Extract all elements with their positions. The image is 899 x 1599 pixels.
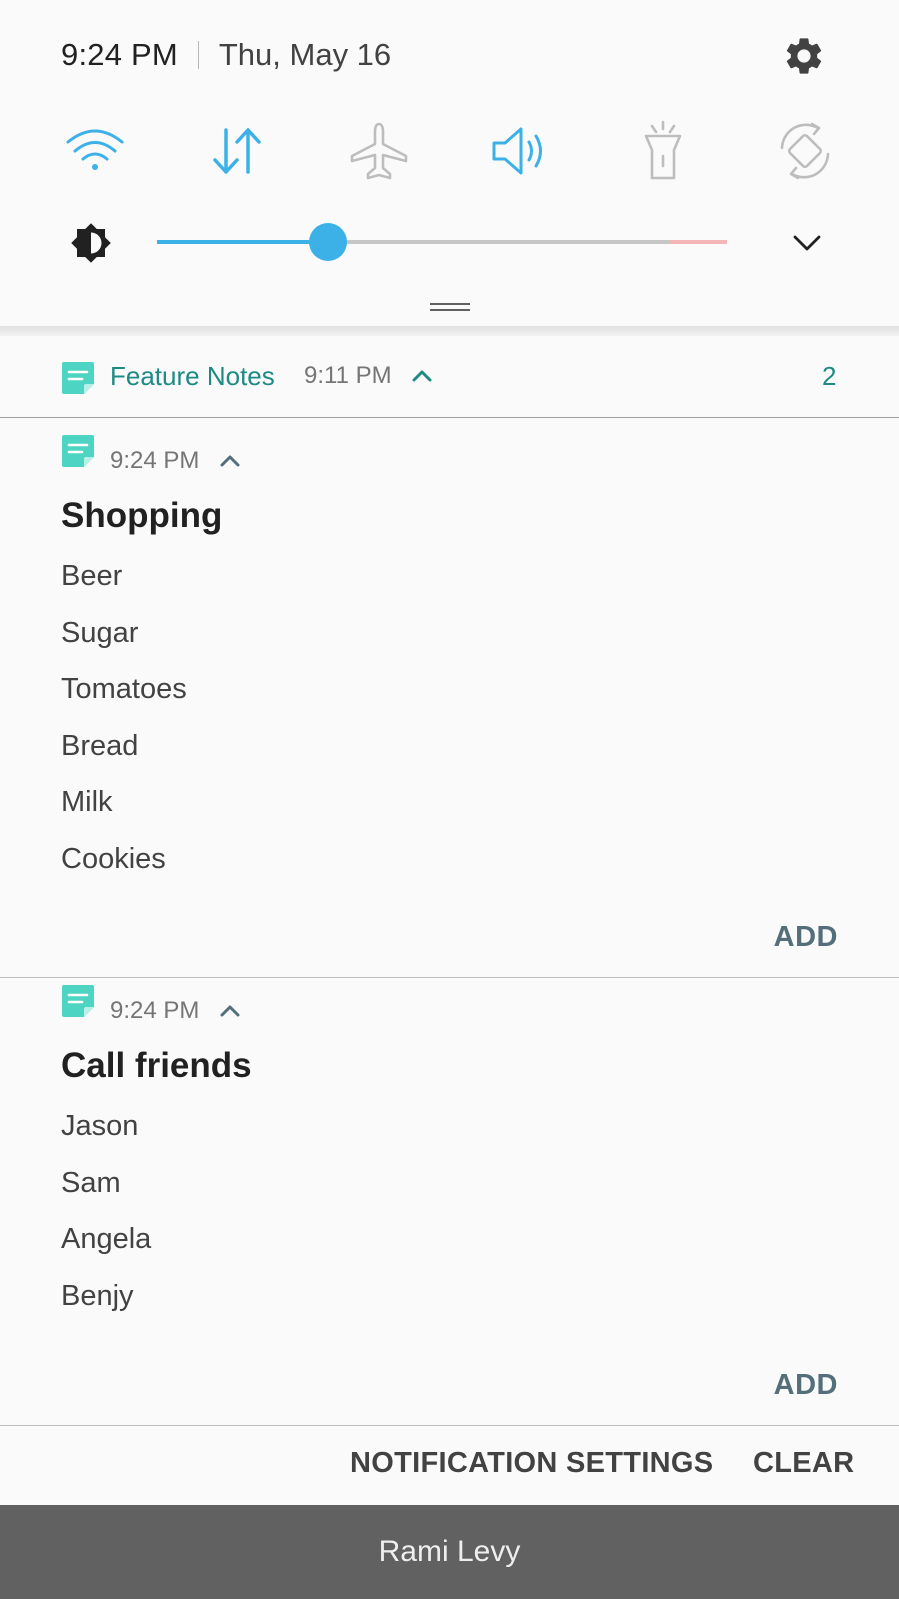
carrier-bar: Rami Levy [0, 1505, 899, 1599]
list-item: Sugar [61, 616, 139, 649]
list-item: Sam [61, 1166, 121, 1199]
notification-time: 9:24 PM [110, 997, 200, 1024]
rotate-icon [780, 122, 830, 180]
brightness-slider-fill [157, 240, 328, 244]
toggle-auto-rotate[interactable] [772, 118, 838, 184]
quick-panel: 9:24 PM Thu, May 16 [0, 0, 899, 328]
chevron-down-icon[interactable] [790, 228, 824, 258]
date[interactable]: Thu, May 16 [219, 37, 391, 73]
brightness-slider-track [328, 240, 670, 244]
list-item: Jason [61, 1110, 139, 1142]
toggle-sound[interactable] [488, 118, 554, 184]
group-count: 2 [822, 361, 837, 391]
toggle-flashlight[interactable] [630, 118, 696, 184]
group-app-name: Feature Notes [110, 361, 275, 391]
flashlight-icon [644, 120, 682, 180]
list-item: Tomatoes [61, 673, 187, 706]
clock: 9:24 PM [61, 37, 178, 72]
chevron-up-icon[interactable] [218, 1001, 242, 1021]
toggle-wifi[interactable] [62, 118, 128, 184]
list-item: Bread [61, 729, 139, 762]
chevron-up-icon[interactable] [410, 366, 434, 386]
brightness-slider-high-zone [670, 240, 727, 244]
brightness-slider[interactable] [157, 219, 727, 265]
panel-divider [0, 326, 899, 336]
divider [197, 41, 199, 69]
toggle-mobile-data[interactable] [204, 118, 270, 184]
gear-icon[interactable] [782, 34, 826, 78]
wifi-icon [66, 129, 124, 170]
note-title: Call friends [61, 1046, 252, 1085]
clear-button[interactable]: CLEAR [753, 1447, 854, 1480]
notes-app-icon [62, 985, 94, 1017]
list-item: Benjy [61, 1279, 134, 1312]
notes-app-icon [62, 362, 94, 394]
group-time: 9:11 PM [304, 362, 392, 389]
sound-icon [492, 127, 542, 175]
add-button[interactable]: ADD [774, 1369, 838, 1402]
notification-actions: NOTIFICATION SETTINGS CLEAR [0, 1427, 899, 1505]
chevron-up-icon[interactable] [218, 451, 242, 471]
notification-settings-button[interactable]: NOTIFICATION SETTINGS [350, 1447, 713, 1480]
status-row: 9:24 PM Thu, May 16 [61, 30, 391, 80]
notes-app-icon [62, 435, 94, 467]
drag-handle[interactable] [430, 303, 470, 312]
toggle-airplane-mode[interactable] [346, 118, 412, 184]
list-item: Milk [61, 786, 113, 819]
note-title: Shopping [61, 496, 223, 535]
notification-card[interactable]: 9:24 PM Shopping Beer Sugar Tomatoes Bre… [0, 419, 899, 978]
quick-toggles [0, 118, 899, 184]
notification-time: 9:24 PM [110, 447, 200, 474]
add-button[interactable]: ADD [774, 921, 838, 954]
note-items: Beer Sugar Tomatoes Bread Milk Cookies [61, 559, 187, 899]
data-arrows-icon [213, 128, 261, 174]
notification-group-header[interactable]: Feature Notes 9:11 PM 2 [0, 336, 899, 418]
carrier-name: Rami Levy [378, 1535, 521, 1568]
airplane-icon [350, 122, 408, 180]
brightness-icon [71, 223, 111, 263]
list-item: Cookies [61, 842, 166, 875]
note-items: Jason Sam Angela Benjy [61, 1109, 151, 1335]
list-item: Beer [61, 560, 123, 592]
brightness-slider-knob[interactable] [309, 223, 347, 261]
list-item: Angela [61, 1223, 152, 1256]
notification-card[interactable]: 9:24 PM Call friends Jason Sam Angela Be… [0, 979, 899, 1426]
